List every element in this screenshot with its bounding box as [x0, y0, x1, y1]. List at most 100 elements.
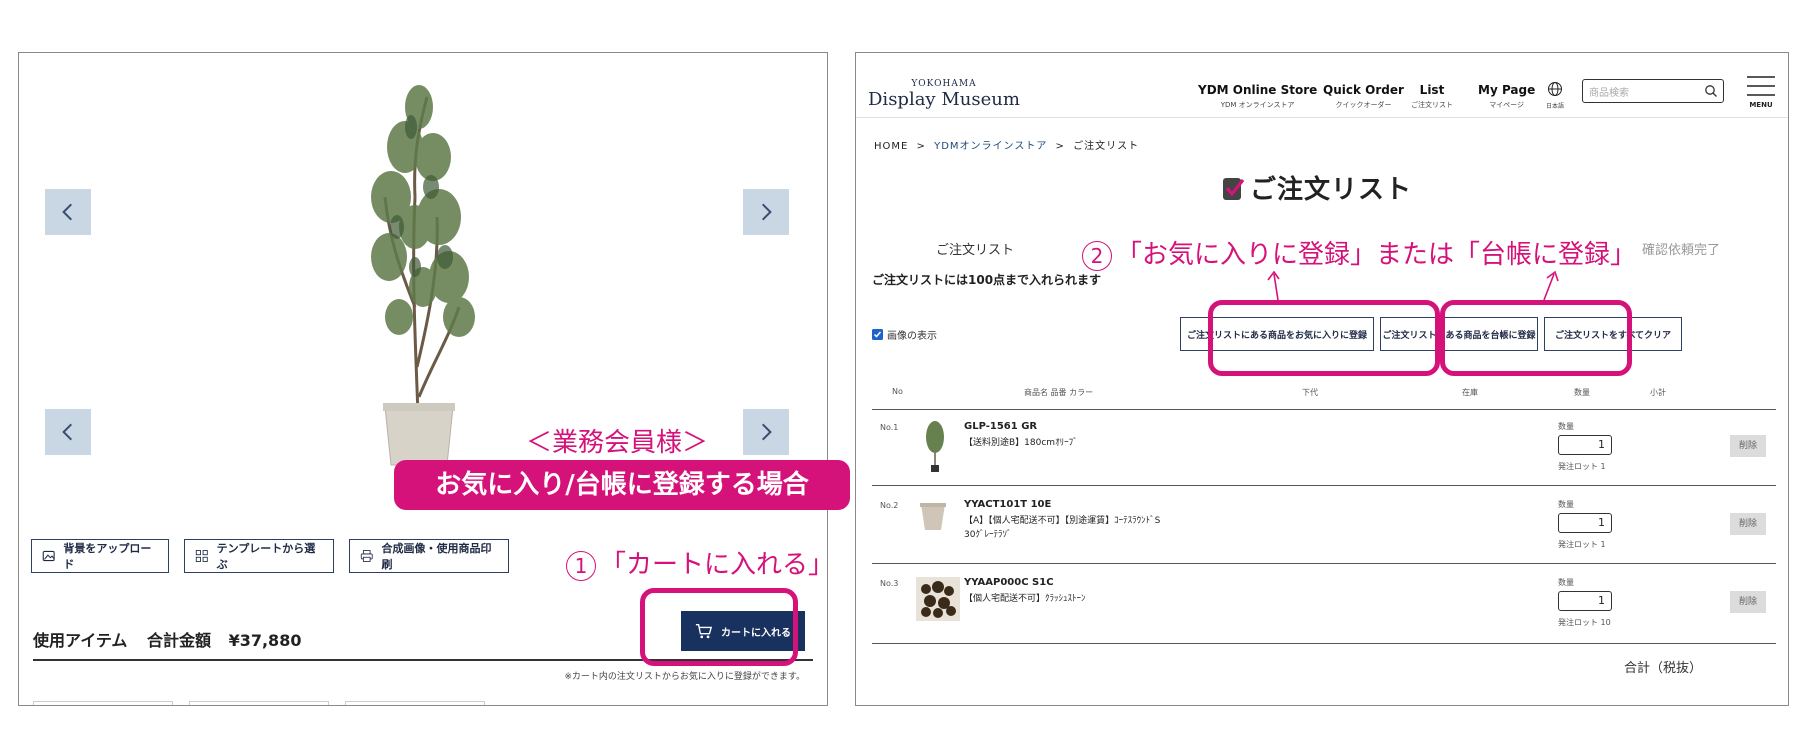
delete-button[interactable]: 削除	[1730, 435, 1766, 457]
header-divider	[856, 117, 1788, 118]
show-images-label: 画像の表示	[887, 331, 937, 342]
nav-online-store-en: YDM Online Store	[1198, 83, 1318, 97]
qty-label: 数量	[1558, 422, 1574, 431]
breadcrumb-current: ご注文リスト	[1073, 141, 1140, 152]
product-code: GLP-1561 GR	[964, 421, 1038, 432]
nav-quick-order[interactable]: Quick Order クイックオーダー	[1323, 83, 1404, 110]
chevron-left-icon	[62, 423, 73, 441]
nav-my-page[interactable]: My Page マイページ	[1478, 83, 1535, 110]
quantity-input[interactable]: 1	[1558, 591, 1612, 611]
step1-text: 「カートに入れる」	[600, 550, 835, 580]
print-composite-label: 合成画像・使用商品印刷	[381, 542, 492, 571]
grid-icon	[195, 550, 208, 562]
item-thumb-3	[345, 701, 485, 705]
col-stock: 在庫	[1462, 388, 1478, 397]
order-lot: 発注ロット 10	[1558, 618, 1611, 627]
total-tax-excluded-label: 合計（税抜）	[1624, 661, 1703, 676]
breadcrumb: HOME > YDMオンラインストア > ご注文リスト	[874, 137, 1139, 152]
page-title: ご注文リスト	[1250, 175, 1413, 205]
choose-template-button[interactable]: テンプレートから選ぶ	[184, 539, 334, 573]
product-thumbnail	[926, 421, 944, 472]
page-title-block: ご注文リスト	[1220, 169, 1412, 206]
nav-online-store[interactable]: YDM Online Store YDM オンラインストア	[1198, 83, 1317, 110]
olive-tree-image	[371, 85, 475, 466]
row-divider	[872, 643, 1776, 644]
search-placeholder: 商品検索	[1589, 88, 1629, 99]
product-code: YYAAP000C S1C	[964, 577, 1054, 588]
image-prev-button-top[interactable]	[45, 189, 91, 235]
row-no: No.1	[880, 423, 899, 432]
image-icon	[42, 550, 55, 562]
breadcrumb-separator: >	[1055, 141, 1065, 152]
qty-label: 数量	[1558, 578, 1574, 587]
delete-button[interactable]: 削除	[1730, 513, 1766, 535]
checkbox-checked-icon	[872, 329, 883, 340]
step1-number: 1	[566, 550, 596, 581]
instruction-banner: お気に入り/台帳に登録する場合	[394, 460, 850, 510]
delete-button[interactable]: 削除	[1730, 591, 1766, 613]
step-order-list: ご注文リスト	[936, 243, 1015, 258]
row-no: No.3	[880, 579, 899, 588]
nav-list-jp: ご注文リスト	[1411, 101, 1453, 109]
col-product: 商品名 品番 カラー	[1024, 388, 1094, 397]
nav-online-store-jp: YDM オンラインストア	[1220, 101, 1295, 109]
nav-my-page-jp: マイページ	[1489, 101, 1525, 109]
logo-top: YOKOHAMA	[911, 79, 977, 89]
nav-list[interactable]: List ご注文リスト	[1411, 83, 1453, 110]
language-label: 日本語	[1546, 103, 1565, 110]
row-no: No.2	[880, 501, 899, 510]
product-desc: 【送料別途B】180cmｵﾘｰﾌﾞ	[964, 438, 1078, 448]
upload-background-button[interactable]: 背景をアップロード	[31, 539, 169, 573]
image-next-button-top[interactable]	[743, 189, 789, 235]
step1-annotation: 1 「カートに入れる」	[566, 544, 834, 581]
annotation-arrows	[1267, 270, 1559, 301]
chevron-right-icon	[761, 423, 772, 441]
limit-note: ご注文リストには100点まで入れられます	[872, 273, 1102, 287]
product-code: YYACT101T 10E	[964, 499, 1052, 510]
breadcrumb-home[interactable]: HOME	[874, 141, 908, 152]
printer-icon	[360, 550, 373, 562]
image-prev-button-bottom[interactable]	[45, 409, 91, 455]
nav-my-page-en: My Page	[1478, 83, 1536, 97]
order-lot: 発注ロット 1	[1558, 540, 1606, 549]
col-subtotal: 小計	[1650, 388, 1666, 397]
search-input[interactable]: 商品検索	[1582, 79, 1724, 103]
product-thumbnail	[920, 503, 946, 530]
chevron-left-icon	[62, 203, 73, 221]
order-list-page: YOKOHAMA Display Museum YDM Online Store…	[855, 52, 1789, 706]
language-switch[interactable]: 日本語	[1546, 81, 1564, 110]
item-thumb-2	[189, 701, 329, 705]
cart-note: ※カート内の注文リストからお気に入りに登録ができます。	[564, 672, 805, 682]
nav-quick-order-en: Quick Order	[1323, 83, 1404, 97]
product-desc-line2: 30ｸﾞﾚｰﾃﾗｿﾞ	[964, 530, 1012, 540]
image-next-button-bottom[interactable]	[743, 409, 789, 455]
nav-quick-order-jp: クイックオーダー	[1335, 101, 1392, 109]
print-composite-button[interactable]: 合成画像・使用商品印刷	[349, 539, 509, 573]
site-logo[interactable]: YOKOHAMA Display Museum	[868, 79, 1020, 110]
item-thumb-1	[33, 701, 173, 705]
hamburger-icon	[1747, 76, 1775, 96]
instruction-banner-text: お気に入り/台帳に登録する場合	[435, 470, 809, 500]
order-list-icon	[1223, 177, 1245, 200]
chevron-right-icon	[761, 203, 772, 221]
member-label: ＜業務会員様＞	[526, 428, 709, 458]
quantity-input[interactable]: 1	[1558, 513, 1612, 533]
cart-highlight	[640, 588, 798, 666]
order-lot: 発注ロット 1	[1558, 462, 1606, 471]
product-desc: 【A】【個人宅配送不可】【別途運賃】ｺｰﾃｽﾗｳﾝﾄﾞS	[964, 516, 1161, 526]
quantity-input[interactable]: 1	[1558, 435, 1612, 455]
qty-label: 数量	[1558, 500, 1574, 509]
product-thumbnail	[916, 577, 960, 621]
upload-background-label: 背景をアップロード	[63, 542, 152, 571]
search-icon	[1705, 85, 1717, 97]
breadcrumb-store[interactable]: YDMオンラインストア	[934, 141, 1047, 152]
step-confirm-done: 確認依頼完了	[1642, 243, 1721, 258]
menu-button[interactable]: MENU	[1746, 75, 1776, 109]
total-label: 合計金額	[146, 631, 211, 650]
step2-text: 「お気に入りに登録」または「台帳に登録」	[1116, 240, 1637, 270]
show-images-toggle[interactable]: 画像の表示	[872, 327, 937, 342]
logo-main: Display Museum	[868, 89, 1020, 110]
ledger-highlight	[1440, 300, 1632, 376]
choose-template-label: テンプレートから選ぶ	[216, 542, 316, 571]
col-no: No	[892, 387, 903, 396]
